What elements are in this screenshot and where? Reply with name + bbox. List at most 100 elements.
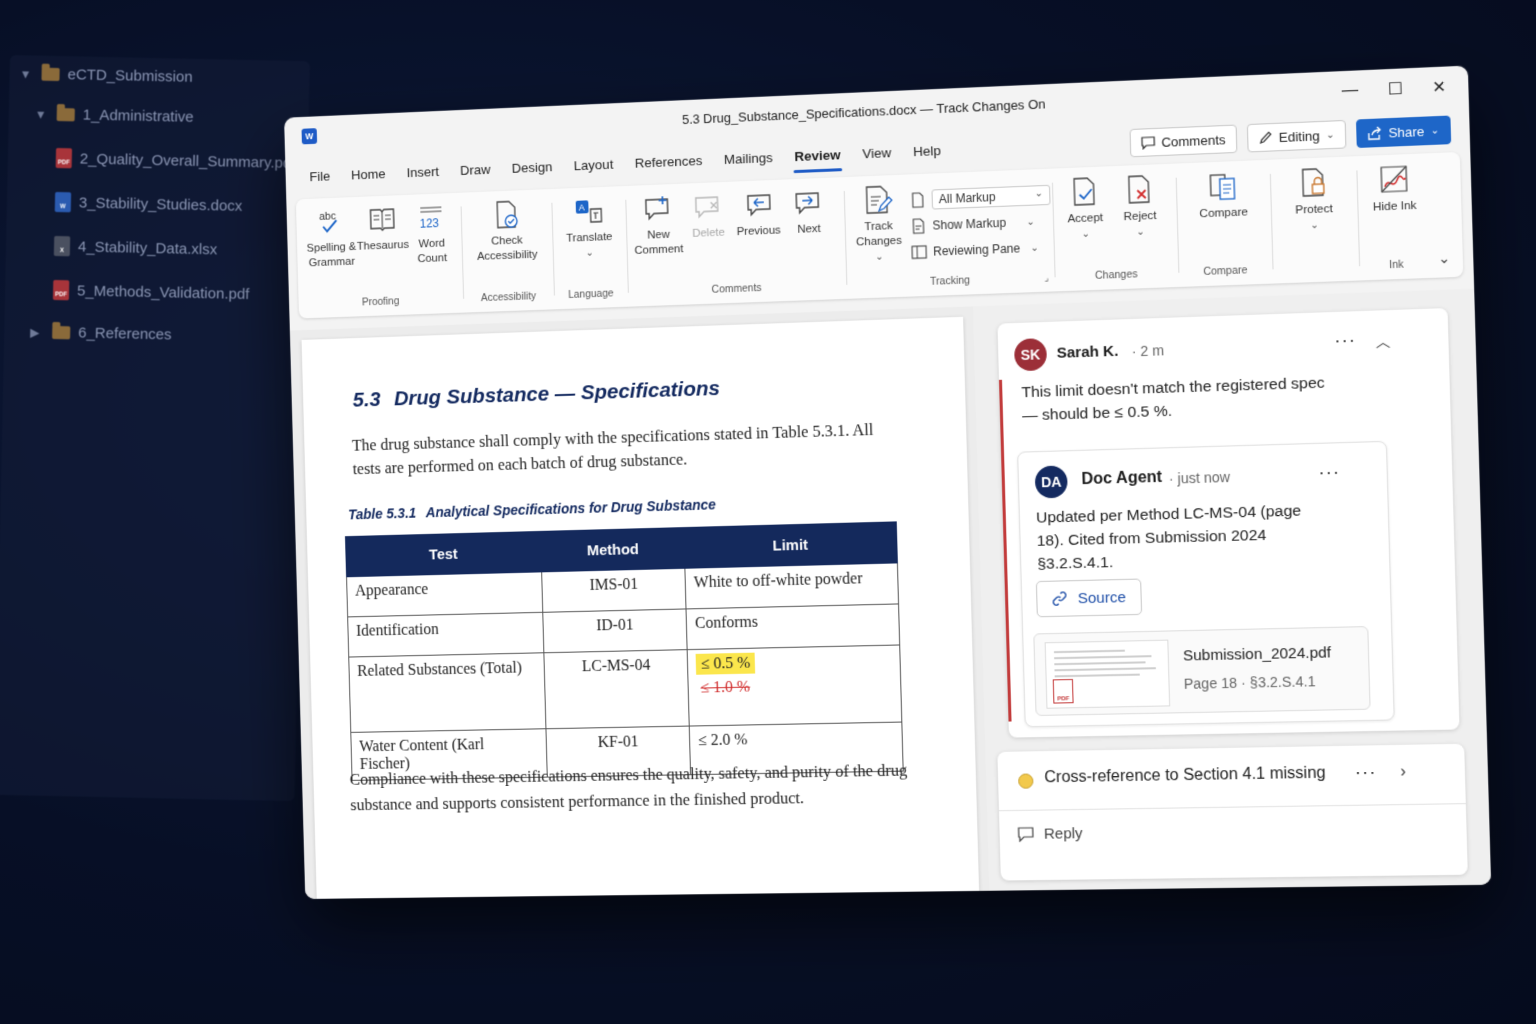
track-changes-button[interactable]: Track Changes ⌄: [850, 183, 908, 266]
table-title: Analytical Specifications for Drug Subst…: [426, 496, 717, 520]
markup-select[interactable]: All Markup ⌄: [909, 185, 1050, 211]
tree-item-stability-data[interactable]: X 4_Stability_Data.xlsx: [54, 236, 218, 259]
chevron-down-icon: ▼: [19, 67, 33, 81]
group-label-ink: Ink: [1365, 258, 1428, 273]
tree-item-references[interactable]: ▶ 6_References: [30, 323, 172, 343]
reply-button[interactable]: Reply: [1017, 825, 1082, 843]
group-label-compare: Compare: [1184, 264, 1266, 279]
comment-thread[interactable]: Cross-reference to Section 4.1 missing ·…: [997, 744, 1468, 881]
comment-thread[interactable]: SK Sarah K. · 2 m ··· ︿ This limit doesn…: [997, 308, 1459, 738]
spelling-grammar-button[interactable]: abc Spelling & Grammar: [302, 205, 361, 272]
reject-label: Reject: [1123, 209, 1157, 225]
maximize-button[interactable]: ☐: [1377, 76, 1415, 102]
tab-insert[interactable]: Insert: [396, 158, 450, 190]
chevron-up-icon[interactable]: ︿: [1375, 330, 1390, 351]
tab-home[interactable]: Home: [340, 160, 396, 192]
attachment-location: Page 18 · §3.2.S.4.1: [1184, 673, 1316, 692]
tab-references[interactable]: References: [624, 147, 714, 180]
word-count-icon: 123: [415, 201, 447, 234]
markup-select-value: All Markup: [939, 190, 996, 206]
pdf-thumbnail: PDF: [1045, 640, 1171, 709]
chevron-down-icon: ⌄: [585, 246, 594, 261]
previous-comment-button[interactable]: Previous: [731, 187, 786, 240]
close-button[interactable]: ✕: [1420, 74, 1458, 100]
check-accessibility-label: Check Accessibility: [467, 233, 547, 266]
new-comment-label: New Comment: [632, 227, 686, 259]
tab-draw[interactable]: Draw: [449, 156, 501, 188]
tree-item-administrative[interactable]: ▼ 1_Administrative: [35, 106, 194, 126]
tree-item-stability-studies[interactable]: W 3_Stability_Studies.docx: [55, 192, 243, 216]
tab-design[interactable]: Design: [501, 153, 564, 185]
more-options-icon[interactable]: ···: [1334, 330, 1356, 352]
chevron-down-icon: ⌄: [1430, 125, 1439, 137]
ribbon-divider: [551, 203, 555, 296]
column-header: Test: [345, 531, 542, 576]
tab-help[interactable]: Help: [902, 137, 953, 169]
deleted-text[interactable]: ≤ 1.0 %: [700, 676, 892, 698]
comments-pane: SK Sarah K. · 2 m ··· ︿ This limit doesn…: [973, 289, 1491, 891]
ribbon-group-ink: Hide Ink Ink: [1362, 162, 1427, 275]
table-cell-test: Related Substances (Total): [349, 653, 547, 733]
share-button-label: Share: [1388, 123, 1424, 140]
track-changes-icon: [861, 183, 894, 216]
reject-button[interactable]: Reject ⌄: [1112, 172, 1167, 241]
table-cell-test: Identification: [348, 612, 545, 657]
thumbnail-line: [1054, 661, 1145, 665]
comment-active-indicator: [999, 380, 1012, 722]
editing-mode-button[interactable]: Editing ⌄: [1247, 120, 1347, 153]
protect-button[interactable]: Protect ⌄: [1276, 165, 1352, 235]
accept-button[interactable]: Accept ⌄: [1058, 174, 1112, 243]
translate-button[interactable]: A Translate ⌄: [557, 194, 621, 262]
attachment-card[interactable]: PDF Submission_2024.pdf Page 18 · §3.2.S…: [1033, 626, 1370, 716]
comments-button[interactable]: Comments: [1129, 125, 1237, 158]
comment-body: Cross-reference to Section 4.1 missing: [1044, 764, 1326, 787]
tree-item-label: 3_Stability_Studies.docx: [79, 194, 243, 214]
group-label-proofing: Proofing: [304, 293, 457, 310]
tab-layout[interactable]: Layout: [563, 150, 625, 182]
source-button[interactable]: Source: [1036, 579, 1142, 618]
table-cell-limit-tracked[interactable]: ≤ 0.5 % ≤ 1.0 %: [687, 645, 901, 726]
thesaurus-label: Thesaurus: [357, 238, 409, 255]
chevron-down-icon: ⌄: [1030, 242, 1039, 253]
inserted-text[interactable]: ≤ 0.5 %: [696, 653, 756, 675]
tree-item-ectd-submission[interactable]: ▼ eCTD_Submission: [19, 65, 192, 86]
more-options-icon[interactable]: ···: [1355, 762, 1377, 784]
group-label-language: Language: [560, 287, 623, 301]
table-cell-test: Appearance: [347, 572, 544, 617]
hide-ink-button[interactable]: Hide Ink: [1362, 162, 1426, 216]
pencil-icon: [1258, 130, 1273, 145]
thumbnail-line: [1054, 667, 1155, 671]
check-accessibility-button[interactable]: Check Accessibility: [466, 197, 547, 265]
dialog-launcher-icon[interactable]: ⌟: [1044, 272, 1049, 283]
delete-comment-button[interactable]: Delete: [684, 190, 733, 242]
collapse-ribbon-icon[interactable]: ⌄: [1438, 250, 1451, 268]
tree-item-label: 5_Methods_Validation.pdf: [77, 282, 250, 303]
document-page[interactable]: 5.3 Drug Substance — Specifications The d…: [302, 317, 980, 899]
delete-comment-label: Delete: [692, 226, 725, 242]
comment-reply[interactable]: DA Doc Agent · just now ··· Updated per …: [1017, 441, 1395, 727]
tree-item-label: 4_Stability_Data.xlsx: [78, 238, 218, 258]
tree-item-methods-validation[interactable]: PDF 5_Methods_Validation.pdf: [53, 280, 250, 304]
compare-button[interactable]: Compare: [1182, 168, 1265, 223]
previous-comment-label: Previous: [736, 223, 781, 240]
word-count-button[interactable]: 123 Word Count: [409, 201, 455, 268]
more-options-icon[interactable]: ···: [1318, 462, 1340, 484]
minimize-button[interactable]: —: [1331, 78, 1369, 104]
new-comment-button[interactable]: New Comment: [631, 192, 686, 259]
tab-review[interactable]: Review: [783, 141, 852, 174]
table-row: Related Substances (Total) LC-MS-04 ≤ 0.…: [349, 645, 902, 732]
show-markup-button[interactable]: Show Markup ⌄: [910, 214, 1035, 235]
specifications-table: Test Method Limit Appearance IMS-01 Whit…: [345, 521, 904, 781]
share-button[interactable]: Share ⌄: [1356, 116, 1451, 149]
reviewing-pane-button[interactable]: Reviewing Pane ⌄: [911, 240, 1039, 261]
next-comment-button[interactable]: Next: [784, 186, 833, 239]
intro-paragraph: The drug substance shall comply with the…: [352, 417, 899, 481]
tab-mailings[interactable]: Mailings: [713, 144, 784, 177]
chevron-right-icon[interactable]: ›: [1400, 763, 1406, 781]
thesaurus-button[interactable]: Thesaurus: [357, 203, 408, 255]
previous-comment-icon: [742, 188, 774, 221]
ribbon-group-changes: Accept ⌄ Reject ⌄ Changes: [1058, 172, 1173, 285]
tab-view[interactable]: View: [851, 139, 903, 171]
tree-item-quality-summary[interactable]: PDF 2_Quality_Overall_Summary.pdf: [56, 148, 296, 173]
tab-file[interactable]: File: [299, 162, 341, 193]
